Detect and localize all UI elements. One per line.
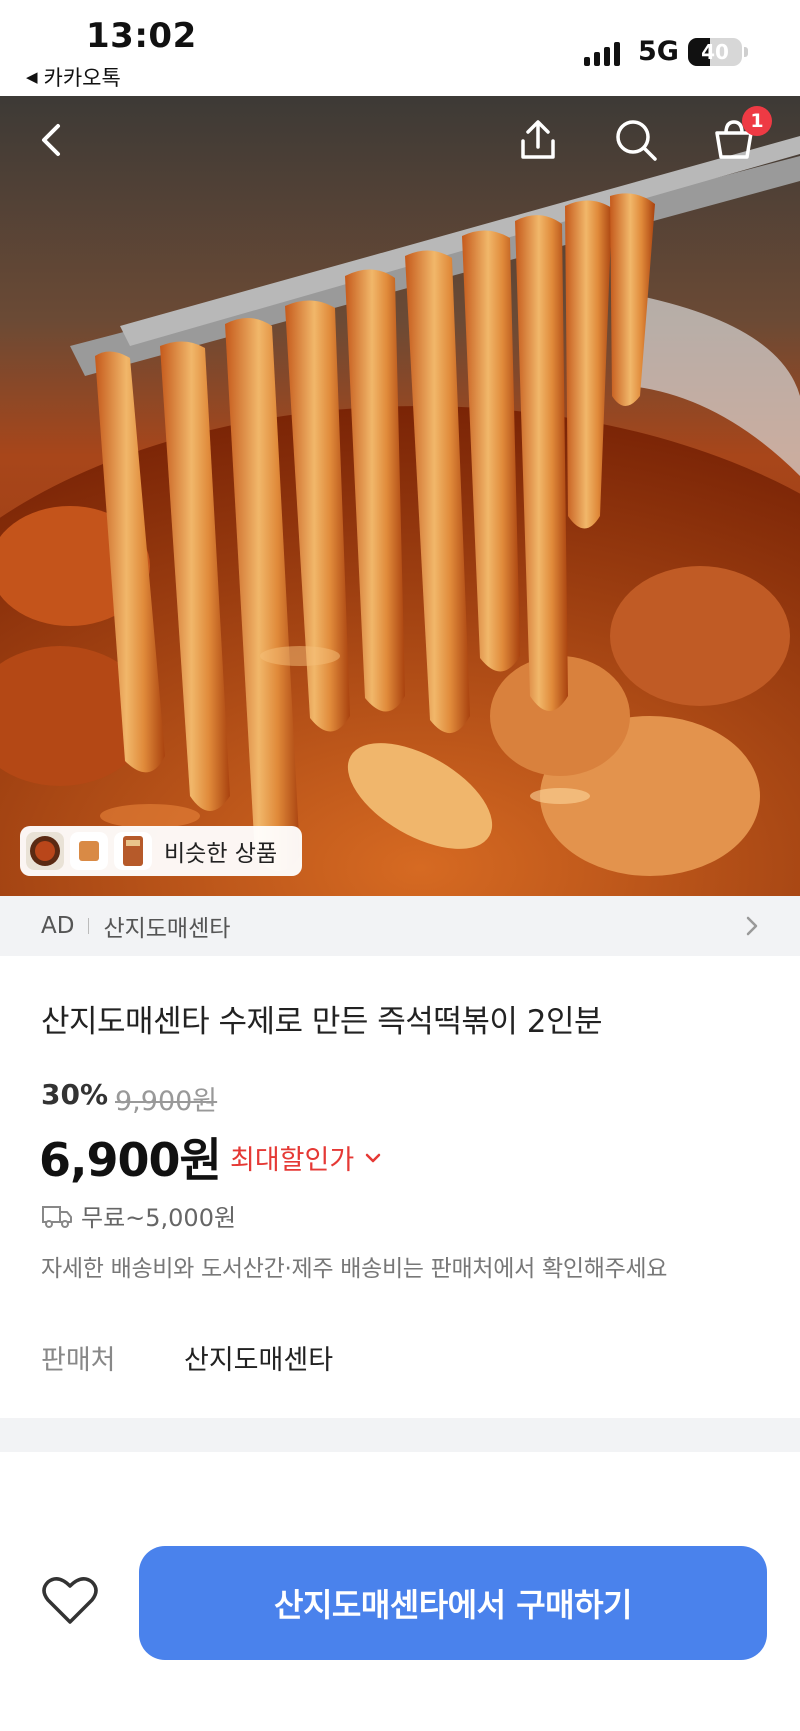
back-arrow-icon	[42, 124, 60, 156]
sale-price: 6,900원	[39, 1133, 222, 1187]
signal-icon	[584, 40, 620, 66]
similar-thumb-3	[114, 832, 152, 870]
share-button[interactable]	[510, 112, 566, 168]
back-triangle-icon: ◀	[26, 68, 38, 86]
ad-label: AD	[41, 913, 75, 939]
status-time: 13:02	[86, 16, 197, 56]
ad-seller-name: 산지도매센타	[103, 916, 231, 942]
similar-products-button[interactable]: 비슷한 상품	[20, 826, 302, 876]
battery-tip	[744, 47, 748, 57]
status-bar: 13:02 ◀ 카카오톡 5G 40	[0, 0, 800, 96]
ad-seller-bar[interactable]: AD 산지도매센타	[0, 896, 800, 956]
seller-label: 판매처	[41, 1345, 116, 1376]
share-icon	[521, 120, 555, 159]
battery-icon: 40	[688, 38, 742, 66]
discount-rate: 30%	[41, 1078, 109, 1111]
shipping-info: 무료~5,000원	[41, 1198, 236, 1233]
similar-thumb-2	[70, 832, 108, 870]
similar-products-label: 비슷한 상품	[164, 841, 278, 867]
original-price: 9,900원	[115, 1086, 218, 1117]
max-discount-label: 최대할인가	[230, 1145, 355, 1176]
shipping-note: 자세한 배송비와 도서산간·제주 배송비는 판매처에서 확인해주세요	[41, 1256, 668, 1282]
back-button[interactable]	[24, 112, 80, 168]
truck-icon	[42, 1205, 72, 1228]
similar-thumb-1	[26, 832, 64, 870]
search-button[interactable]	[608, 112, 664, 168]
product-title: 산지도매센타 수제로 만든 즉석떡볶이 2인분	[41, 1004, 603, 1040]
ad-divider	[88, 918, 90, 934]
product-image[interactable]: 비슷한 상품	[0, 96, 800, 896]
section-divider	[0, 1418, 800, 1452]
shipping-fee: 무료~5,000원	[81, 1204, 237, 1232]
search-icon	[616, 120, 657, 161]
tteokbokki-photo	[0, 96, 800, 896]
buy-button[interactable]: 산지도매센타에서 구매하기	[139, 1546, 767, 1660]
cart-count-badge: 1	[742, 106, 772, 136]
back-app-label: 카카오톡	[43, 66, 121, 90]
heart-icon	[42, 1577, 98, 1624]
chevron-right-icon	[746, 916, 758, 936]
network-label: 5G	[638, 36, 679, 67]
battery-label: 40	[701, 40, 729, 64]
max-discount-toggle[interactable]: 최대할인가	[230, 1138, 382, 1177]
back-to-app-link[interactable]: ◀ 카카오톡	[26, 62, 121, 92]
chevron-down-icon	[365, 1153, 381, 1162]
wishlist-button[interactable]	[40, 1572, 100, 1628]
seller-name[interactable]: 산지도매센타	[184, 1338, 333, 1377]
